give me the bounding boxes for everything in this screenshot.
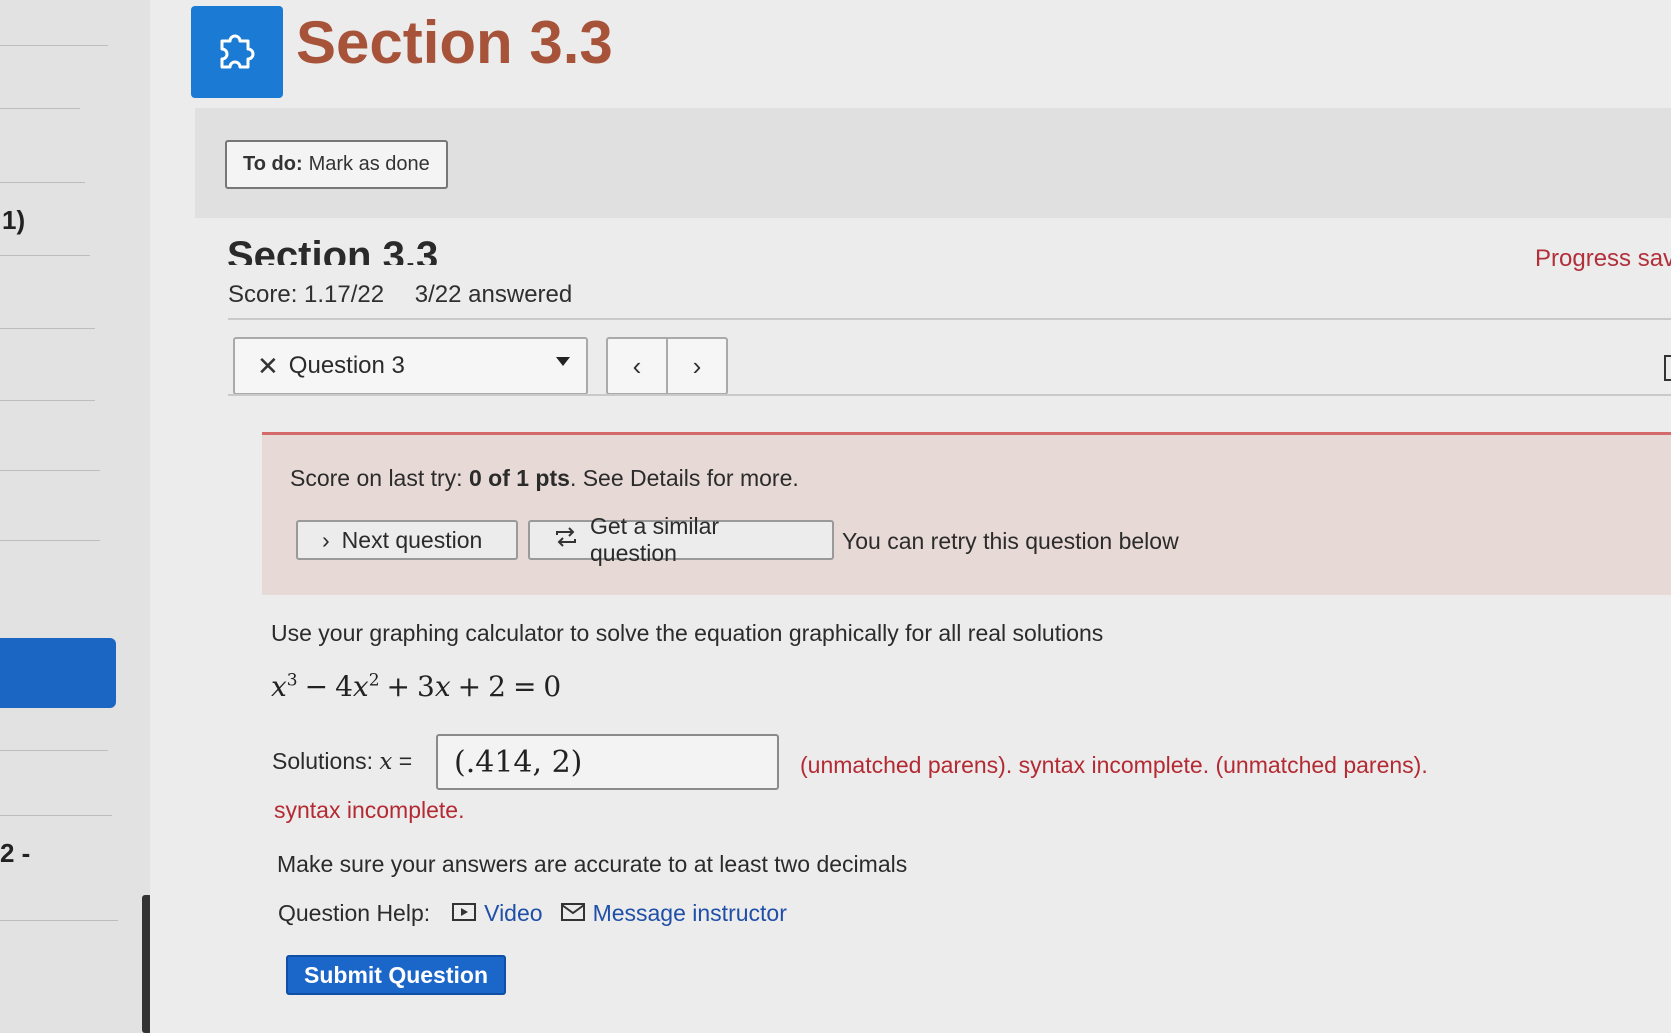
answered-text: 3/22 answered: [414, 281, 573, 308]
left-sidebar: 1) 2 -: [0, 0, 152, 1033]
chevron-right-icon: ›: [322, 526, 330, 553]
sidebar-item-number: 1): [2, 205, 26, 235]
previous-question-button[interactable]: ‹: [608, 339, 666, 393]
divider: [228, 318, 1671, 320]
todo-action: Mark as done: [308, 153, 430, 175]
message-instructor-link[interactable]: Message instructor: [560, 900, 787, 927]
puzzle-icon: [191, 6, 283, 98]
submit-question-button[interactable]: Submit Question: [286, 955, 506, 995]
envelope-icon: [560, 900, 585, 927]
video-icon: [452, 900, 477, 927]
answer-input[interactable]: (.414, 2): [436, 734, 779, 790]
syntax-error-continued: syntax incomplete.: [274, 797, 465, 823]
alert-score: 0 of 1 pts: [468, 465, 570, 491]
similar-question-button[interactable]: Get a similar question: [528, 513, 834, 566]
sidebar-divider: [0, 255, 90, 256]
chevron-right-icon: ›: [692, 350, 702, 381]
progress-status: Progress sav: [1535, 245, 1671, 272]
sidebar-item-number: 2 -: [0, 838, 31, 868]
next-question-label: Next question: [341, 526, 483, 553]
question-nav: ‹ ›: [606, 337, 728, 395]
retry-text: You can retry this question below: [842, 528, 1179, 554]
mark-as-done-button[interactable]: To do: Mark as done: [225, 140, 448, 189]
x-icon: ✕: [257, 350, 279, 381]
solutions-label-text: Solutions:: [272, 748, 374, 774]
question-select[interactable]: ✕ Question 3: [233, 337, 588, 395]
question-instruction: Use your graphing calculator to solve th…: [271, 620, 1104, 646]
sidebar-divider: [0, 45, 108, 46]
details-icon[interactable]: [1664, 355, 1671, 381]
sidebar-divider: [0, 328, 95, 329]
question-help-label: Question Help:: [278, 900, 431, 926]
sidebar-divider: [0, 470, 100, 471]
alert-prefix: Score on last try:: [290, 465, 469, 491]
repeat-icon: [554, 526, 578, 554]
question-select-label: Question 3: [288, 352, 405, 379]
message-instructor-label: Message instructor: [592, 900, 787, 926]
score-alert: Score on last try: 0 of 1 pts. See Detai…: [262, 432, 1671, 595]
accuracy-note: Make sure your answers are accurate to a…: [277, 851, 908, 877]
divider: [228, 394, 1671, 396]
next-question-arrow-button[interactable]: ›: [666, 339, 726, 393]
sidebar-divider: [0, 815, 112, 816]
todo-label: To do:: [243, 153, 303, 175]
next-question-button[interactable]: › Next question: [296, 520, 518, 560]
sidebar-divider: [0, 400, 95, 401]
video-link[interactable]: Video: [452, 900, 543, 927]
chevron-left-icon: ‹: [632, 350, 642, 381]
video-link-label: Video: [484, 900, 543, 926]
equation: x3−4x2 +3x +2 = 0: [271, 670, 562, 703]
alert-text: Score on last try: 0 of 1 pts. See Detai…: [290, 465, 799, 492]
score-text: Score: 1.17/22: [228, 281, 385, 308]
main-content: Section 3.3 To do: Mark as done Section …: [150, 0, 1671, 1033]
chevron-down-icon: [556, 357, 570, 366]
score-line: Score: 1.17/22 3/22 answered: [228, 281, 596, 309]
solutions-label: Solutions: x =: [272, 748, 413, 775]
question-help: Question Help: Video Message instructor: [278, 900, 787, 927]
syntax-error: (unmatched parens). syntax incomplete. (…: [800, 752, 1428, 778]
sidebar-active-item[interactable]: [0, 638, 116, 708]
similar-question-label: Get a similar question: [590, 513, 720, 566]
alert-suffix: . See Details for more.: [569, 465, 799, 491]
sidebar-divider: [0, 750, 108, 751]
sidebar-divider: [0, 920, 118, 921]
assignment-heading: Section 3.3: [227, 234, 439, 265]
sidebar-divider: [0, 108, 80, 109]
sidebar-divider: [0, 540, 100, 541]
page-title: Section 3.3: [296, 9, 613, 76]
sidebar-divider: [0, 182, 85, 183]
